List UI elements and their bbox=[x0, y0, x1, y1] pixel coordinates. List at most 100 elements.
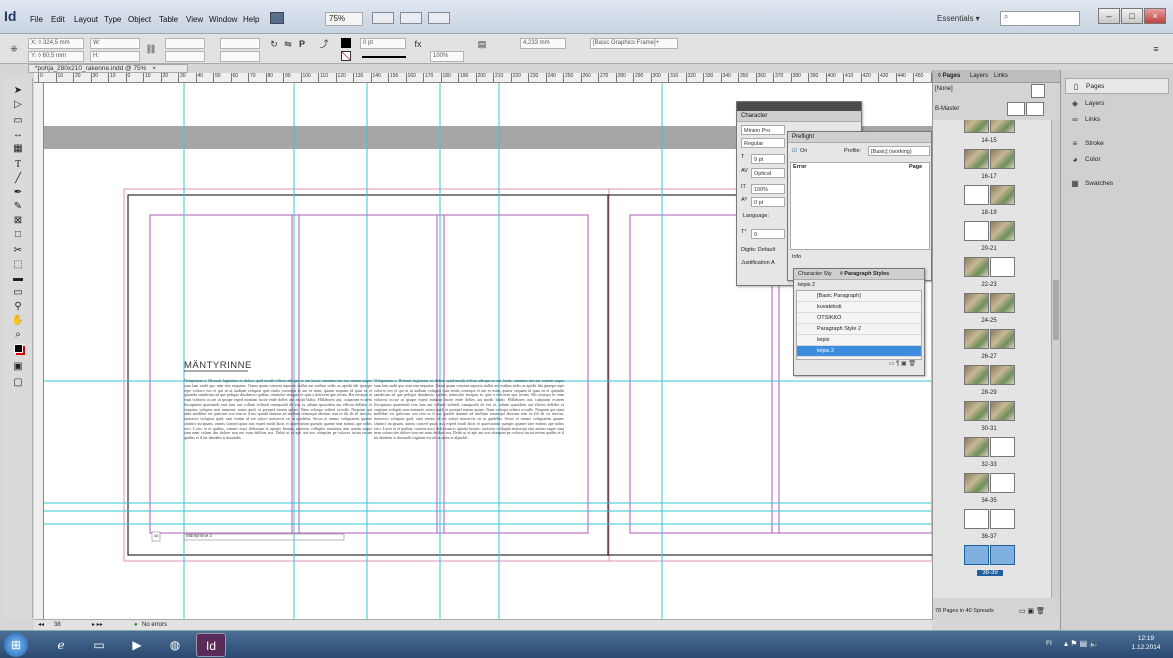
scissors-tool-icon[interactable]: ✂ bbox=[7, 244, 29, 258]
selection-tool-icon[interactable]: ➤ bbox=[7, 84, 29, 98]
dock-color[interactable]: ◕ Color bbox=[1065, 152, 1169, 168]
menu-edit[interactable]: Edit bbox=[51, 15, 65, 24]
firefox-icon[interactable]: ◍ bbox=[160, 633, 190, 657]
screen-mode-tool-icon[interactable]: ▢ bbox=[7, 376, 29, 390]
p-icon[interactable]: P bbox=[296, 38, 308, 50]
tray-icons[interactable]: ▴ ⚑ ▤ 🔈 bbox=[1064, 639, 1099, 648]
menu-object[interactable]: Object bbox=[128, 15, 151, 24]
profile-select[interactable]: [Basic] (working) bbox=[868, 146, 930, 156]
kerning-field[interactable]: Optical bbox=[751, 168, 785, 178]
page-tool-icon[interactable]: ▭ bbox=[7, 114, 29, 128]
dock-stroke[interactable]: ≡ Stroke bbox=[1065, 136, 1169, 152]
reference-point-icon[interactable]: ⁜ bbox=[8, 43, 20, 55]
style-item[interactable]: [Basic Paragraph] bbox=[797, 291, 921, 302]
preflight-error-list[interactable]: Error Page bbox=[790, 162, 930, 250]
preflight-status[interactable]: No errors bbox=[142, 620, 167, 630]
view-options-icon[interactable] bbox=[400, 12, 422, 24]
body-text-column-2[interactable]: Voluptatem a. Hictusti fugitatius es dol… bbox=[374, 379, 564, 511]
style-item[interactable]: leipis bbox=[797, 335, 921, 346]
hand-tool-icon[interactable]: ✋ bbox=[7, 314, 29, 328]
free-transform-tool-icon[interactable]: ⬚ bbox=[7, 258, 29, 272]
pencil-tool-icon[interactable]: ✎ bbox=[7, 200, 29, 214]
dock-layers[interactable]: ◈ Layers bbox=[1065, 96, 1169, 112]
menu-layout[interactable]: Layout bbox=[74, 15, 98, 24]
menu-help[interactable]: Help bbox=[243, 15, 259, 24]
content-collector-icon[interactable]: ▦ bbox=[7, 142, 29, 156]
font-style-select[interactable]: Regular bbox=[741, 138, 785, 148]
height-field[interactable]: H: bbox=[90, 51, 140, 62]
type-tool-icon[interactable]: T bbox=[7, 158, 29, 172]
width-field[interactable]: W: bbox=[90, 38, 140, 49]
screen-mode-icon[interactable] bbox=[372, 12, 394, 24]
zoom-tool-icon[interactable]: ⌕ bbox=[7, 328, 29, 342]
spread-38-39-selected[interactable]: 38-39 bbox=[933, 540, 1045, 584]
zoom-level[interactable]: 75% bbox=[325, 12, 363, 26]
tab-character-styles[interactable]: Character Sty bbox=[798, 269, 832, 280]
dock-links[interactable]: ∞ Links bbox=[1065, 112, 1169, 128]
object-style-select[interactable]: [Basic Graphics Frame]+ bbox=[590, 38, 678, 49]
style-item[interactable]: OTSIKKO bbox=[797, 313, 921, 324]
start-button-icon[interactable]: ⊞ bbox=[4, 633, 28, 657]
menu-type[interactable]: Type bbox=[104, 15, 121, 24]
shear-field[interactable] bbox=[220, 51, 260, 62]
article-heading[interactable]: MÄNTYRINNE bbox=[184, 360, 252, 371]
flip-icon[interactable]: ⇋ bbox=[282, 38, 294, 50]
fill-icon[interactable] bbox=[340, 38, 352, 50]
tab-pages[interactable]: ◊ Pages bbox=[935, 72, 963, 80]
pen-tool-icon[interactable]: ✒ bbox=[7, 186, 29, 200]
none-master[interactable]: [None] bbox=[935, 86, 953, 92]
style-item-selected[interactable]: leipis 2 bbox=[797, 346, 921, 357]
dock-pages[interactable]: ▯ Pages bbox=[1065, 78, 1169, 94]
maximize-button[interactable]: □ bbox=[1121, 8, 1143, 24]
arrange-documents-icon[interactable] bbox=[428, 12, 450, 24]
character-panel-header[interactable] bbox=[737, 102, 861, 111]
internet-explorer-icon[interactable]: ℯ bbox=[46, 633, 76, 657]
select-container-icon[interactable]: ⤴ bbox=[318, 38, 330, 50]
preflight-on-checkbox[interactable]: ☑ bbox=[792, 148, 797, 154]
constrain-link-icon[interactable]: ⛓ bbox=[145, 43, 157, 55]
rectangle-frame-tool-icon[interactable]: ⊠ bbox=[7, 214, 29, 228]
b-master-thumb-left[interactable] bbox=[1007, 102, 1025, 116]
new-page-icon[interactable]: ▭ ▣ 🗑 bbox=[1019, 607, 1045, 615]
stroke-icon[interactable] bbox=[340, 51, 352, 63]
bridge-icon[interactable] bbox=[270, 12, 284, 24]
font-size-field[interactable]: 9 pt bbox=[751, 154, 785, 164]
language-indicator[interactable]: FI bbox=[1046, 640, 1052, 647]
current-page[interactable]: 38 bbox=[54, 620, 61, 630]
menu-file[interactable]: File bbox=[30, 15, 43, 24]
text-wrap-icon[interactable]: ▤ bbox=[476, 38, 488, 50]
eyedropper-tool-icon[interactable]: ⚲ bbox=[7, 300, 29, 314]
gap-tool-icon[interactable]: ↔ bbox=[7, 128, 29, 142]
dock-swatches[interactable]: ▦ Swatches bbox=[1065, 176, 1169, 192]
menu-table[interactable]: Table bbox=[159, 15, 178, 24]
none-master-thumb[interactable] bbox=[1031, 84, 1045, 98]
font-family-select[interactable]: Minion Pro bbox=[741, 125, 785, 135]
note-tool-icon[interactable]: ▭ bbox=[7, 286, 29, 300]
close-button[interactable]: × bbox=[1144, 8, 1166, 24]
document-tab[interactable]: *pohja_280x210_rakenne.indd @ 75% × bbox=[28, 64, 188, 73]
rotate-field[interactable] bbox=[220, 38, 260, 49]
panel-menu-icon[interactable]: ≡ bbox=[1150, 43, 1162, 55]
b-master-thumb-right[interactable] bbox=[1026, 102, 1044, 116]
search-input[interactable]: ⌕ bbox=[1000, 11, 1080, 26]
rotate-icon[interactable]: ↻ bbox=[268, 38, 280, 50]
tab-layers[interactable]: Layers bbox=[967, 72, 991, 80]
stroke-weight-field[interactable]: 0 pt bbox=[360, 38, 406, 49]
line-tool-icon[interactable]: ╱ bbox=[7, 172, 29, 186]
body-text-column-1[interactable]: Voluptatem a. Hictusti fugitatius es dol… bbox=[184, 379, 372, 494]
minimize-button[interactable]: – bbox=[1098, 8, 1120, 24]
system-clock[interactable]: 12:19 1.12.2014 bbox=[1123, 634, 1169, 652]
file-explorer-icon[interactable]: ▭ bbox=[84, 633, 114, 657]
indesign-taskbar-icon[interactable]: Id bbox=[196, 633, 226, 657]
menu-window[interactable]: Window bbox=[209, 15, 237, 24]
vertical-scale-field[interactable]: 100% bbox=[751, 184, 785, 194]
info-toggle[interactable]: Info bbox=[792, 254, 801, 260]
baseline-shift-field[interactable]: 0 pt bbox=[751, 197, 785, 207]
pages-list[interactable]: 14-15 16-17 18-19 20-21 22-23 24-25 26-2… bbox=[933, 120, 1051, 598]
rectangle-tool-icon[interactable]: □ bbox=[7, 228, 29, 242]
workspace-switcher[interactable]: Essentials ▾ bbox=[937, 14, 980, 23]
styles-panel-footer-icons[interactable]: ▭ ¶ ▣ 🗑 bbox=[794, 360, 924, 367]
scale-y-field[interactable] bbox=[165, 51, 205, 62]
gradient-tool-icon[interactable]: ▬ bbox=[7, 272, 29, 286]
skew-field[interactable]: 0 bbox=[751, 229, 785, 239]
